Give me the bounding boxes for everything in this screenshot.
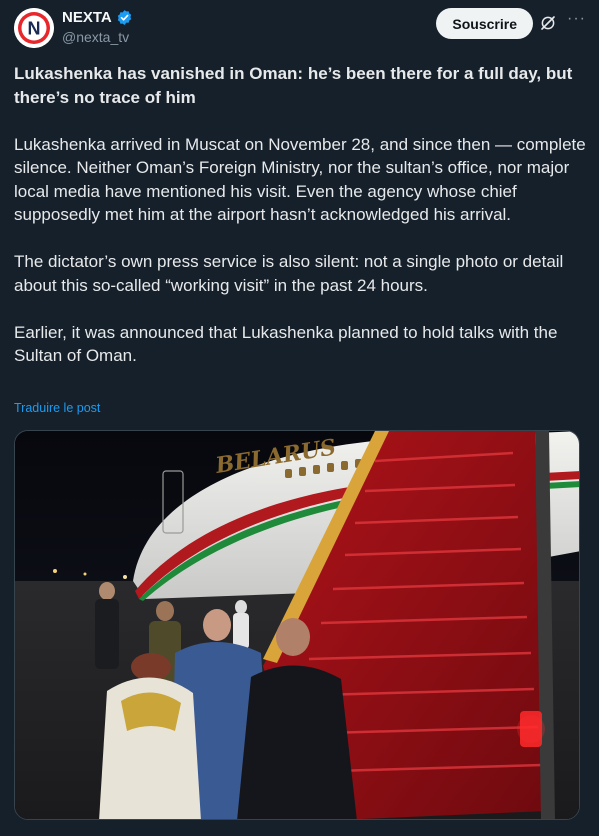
tweet-header: N NEXTA @nexta_tv Souscrire ··· [14, 8, 585, 48]
verified-badge-icon [117, 10, 131, 25]
tweet-paragraph: Lukashenka arrived in Muscat on November… [14, 134, 586, 225]
translate-post-link[interactable]: Traduire le post [14, 401, 100, 415]
display-name[interactable]: NEXTA [62, 9, 112, 26]
tweet-paragraph: Earlier, it was announced that Lukashenk… [14, 322, 558, 366]
tweet-headline: Lukashenka has vanished in Oman: he’s be… [14, 64, 573, 107]
avatar-letter: N [28, 19, 41, 39]
tweet-photo[interactable]: BELARUS [14, 430, 580, 820]
more-options-icon[interactable]: ··· [567, 11, 585, 30]
follow-button[interactable]: Souscrire [436, 8, 533, 39]
nexta-logo-icon[interactable]: N [14, 8, 54, 48]
tweet-text: Lukashenka has vanished in Oman: he’s be… [14, 62, 586, 368]
name-row: NEXTA [62, 9, 133, 26]
account-handle[interactable]: @nexta_tv [62, 29, 129, 45]
grok-icon[interactable] [539, 14, 557, 32]
tweet-paragraph: The dictator’s own press service is also… [14, 252, 564, 295]
